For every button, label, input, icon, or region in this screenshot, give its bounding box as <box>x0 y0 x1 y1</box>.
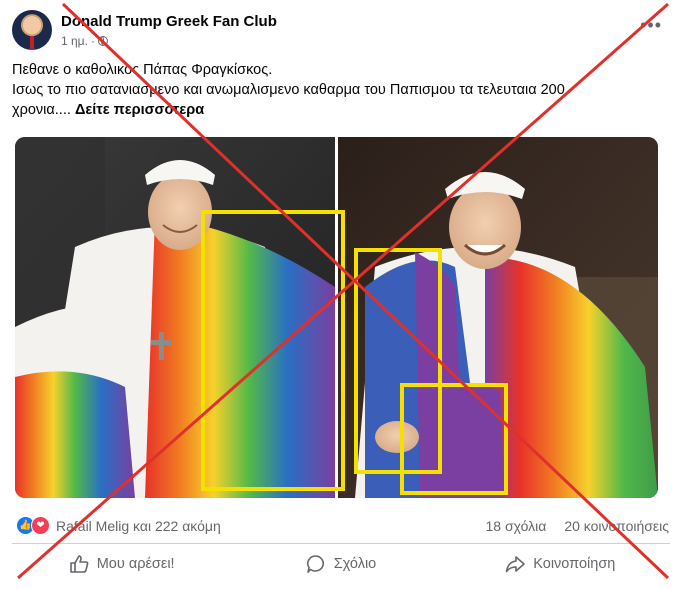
post-text-line-3: χρονια.... Δείτε περισσότερα <box>12 102 205 118</box>
share-button-label: Κοινοποίηση <box>533 556 616 572</box>
post-text: Πεθανε ο καθολικος Πάπας Φραγκίσκος. Ισω… <box>12 60 652 120</box>
page-name-link[interactable]: Donald Trump Greek Fan Club <box>61 13 277 30</box>
reaction-summary[interactable]: 👍 ❤ Rafail Melig και 222 ακόμη <box>16 516 221 535</box>
post-photo[interactable] <box>15 137 658 498</box>
reactors-text[interactable]: Rafail Melig και 222 ακόμη <box>56 518 221 534</box>
engagement-counts: 18 σχόλια 20 κοινοποιήσεις <box>486 518 669 534</box>
meta-separator: · <box>90 34 95 48</box>
thumbs-up-icon <box>69 555 89 573</box>
like-button[interactable]: Μου αρέσει! <box>12 546 231 582</box>
post-actions: Μου αρέσει! Σχόλιο Κοινοποίηση <box>12 546 670 582</box>
like-button-label: Μου αρέσει! <box>96 556 175 572</box>
post-meta: 1 ημ. · <box>61 34 108 48</box>
comments-count[interactable]: 18 σχόλια <box>486 518 547 534</box>
more-options-icon[interactable]: ••• <box>640 16 662 34</box>
share-button[interactable]: Κοινοποίηση <box>451 546 670 582</box>
actions-divider <box>12 543 670 544</box>
see-more-link[interactable]: Δείτε περισσότερα <box>75 102 204 118</box>
post-header: Donald Trump Greek Fan Club 1 ημ. · ••• <box>12 10 672 54</box>
post-timestamp[interactable]: 1 ημ. <box>61 34 88 48</box>
shares-count[interactable]: 20 κοινοποιήσεις <box>564 518 669 534</box>
post-text-line-1: Πεθανε ο καθολικος Πάπας Φραγκίσκος. <box>12 62 273 78</box>
comment-button-label: Σχόλιο <box>333 556 377 572</box>
comment-bubble-icon <box>306 555 324 573</box>
globe-icon <box>97 36 108 46</box>
page-avatar[interactable] <box>12 10 52 50</box>
post-text-line-2: Ισως το πιο σατανιασμενο και ανωμαλισμεν… <box>12 82 565 98</box>
love-reaction-icon: ❤ <box>31 516 50 535</box>
comment-button[interactable]: Σχόλιο <box>231 546 450 582</box>
share-arrow-icon <box>505 556 526 573</box>
